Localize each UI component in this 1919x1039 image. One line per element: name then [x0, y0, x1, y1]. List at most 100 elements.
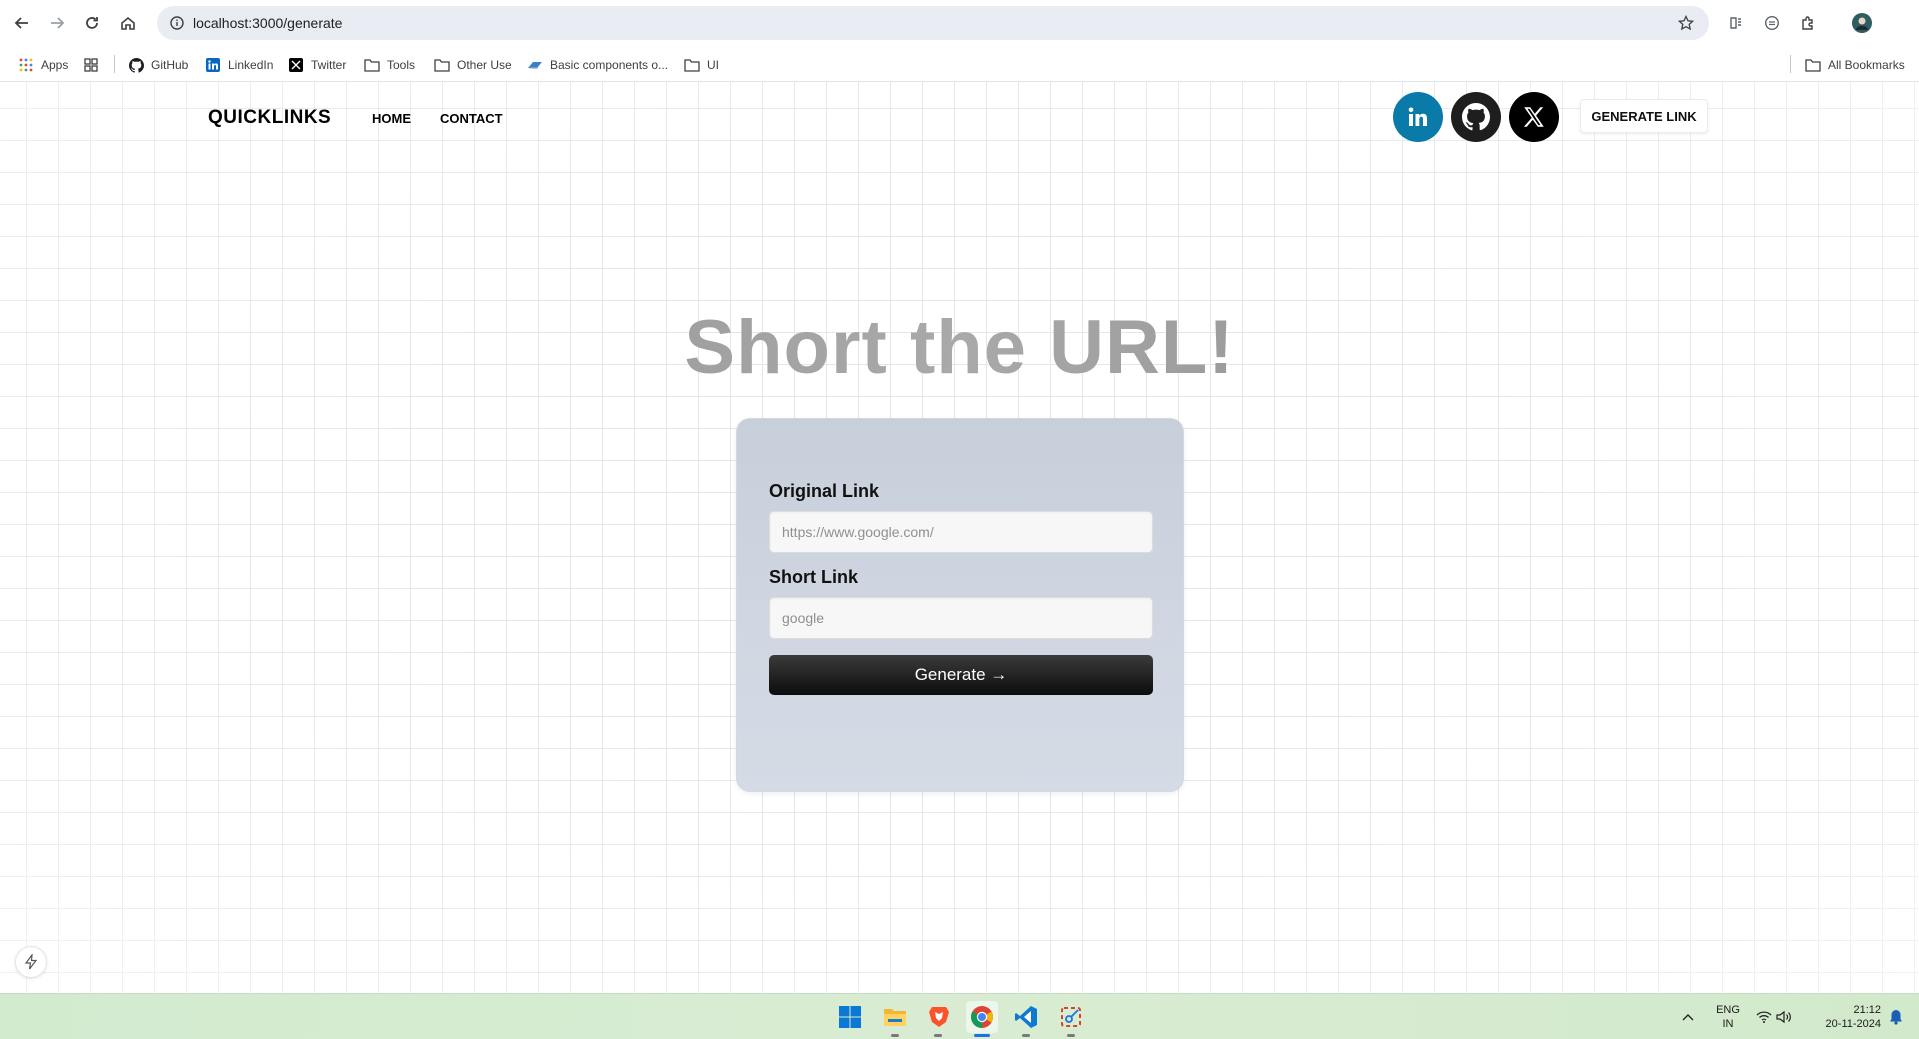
- chrome-taskbar[interactable]: [966, 1001, 998, 1033]
- x-icon: [288, 57, 304, 73]
- home-icon: [121, 16, 135, 30]
- x-icon: [1523, 107, 1544, 127]
- shorten-form-card: Original Link Short Link Generate →: [736, 418, 1184, 792]
- bookmark-star-icon[interactable]: [1675, 12, 1697, 34]
- bookmark-folder-tools[interactable]: Tools: [364, 55, 415, 75]
- nav-home-link[interactable]: HOME: [372, 111, 411, 126]
- notifications-button[interactable]: [1884, 1001, 1908, 1033]
- start-button[interactable]: [834, 1001, 866, 1033]
- bookmark-basic-components[interactable]: Basic components o...: [527, 55, 668, 75]
- all-bookmarks-label: All Bookmarks: [1828, 58, 1905, 72]
- tray-overflow-button[interactable]: [1675, 1001, 1701, 1033]
- profile-avatar[interactable]: [1849, 10, 1875, 36]
- snipping-tool-icon: [1061, 1007, 1081, 1027]
- bookmark-apps[interactable]: Apps: [18, 55, 68, 75]
- folder-icon: [1805, 57, 1821, 73]
- linkedin-social-button[interactable]: [1393, 92, 1443, 142]
- file-explorer-icon: [884, 1009, 906, 1026]
- brave-taskbar[interactable]: [923, 1001, 955, 1033]
- bookmark-tab-groups[interactable]: [83, 55, 106, 75]
- bookmark-label: GitHub: [151, 58, 189, 72]
- github-icon: [1462, 103, 1490, 131]
- apps-grid-icon: [18, 57, 34, 73]
- bookmark-github[interactable]: GitHub: [128, 55, 188, 75]
- region-code: IN: [1722, 1018, 1734, 1030]
- browser-toolbar: localhost:3000/generate: [0, 0, 1919, 46]
- speaker-icon: [1776, 1010, 1791, 1024]
- bookmark-label: UI: [707, 58, 719, 72]
- network-volume-tray[interactable]: [1752, 1001, 1796, 1033]
- back-button[interactable]: [8, 9, 36, 37]
- windows-taskbar: ENG IN 21:12 20-11-2024: [0, 993, 1919, 1039]
- folder-icon: [684, 57, 700, 73]
- tab-groups-icon: [83, 57, 99, 73]
- dev-tools-button[interactable]: [15, 946, 47, 978]
- github-icon: [128, 57, 144, 73]
- bookmarks-divider: [114, 55, 115, 73]
- bookmark-label: Basic components o...: [550, 58, 669, 72]
- bookmark-label: Other Use: [457, 58, 512, 72]
- running-indicator: [1022, 1034, 1030, 1037]
- windows-logo-icon: [839, 1006, 861, 1028]
- file-explorer-taskbar[interactable]: [879, 1001, 911, 1033]
- bookmark-label: Tools: [387, 58, 416, 72]
- extensions-puzzle-icon[interactable]: [1795, 10, 1821, 36]
- bookmarks-divider: [1790, 55, 1791, 73]
- site-info-icon[interactable]: [167, 13, 187, 33]
- language-indicator[interactable]: ENG IN: [1711, 1003, 1745, 1031]
- running-indicator: [1067, 1034, 1075, 1037]
- bookmark-label: Apps: [41, 58, 69, 72]
- bookmark-label: Twitter: [311, 58, 347, 72]
- bookmark-folder-ui[interactable]: UI: [684, 55, 719, 75]
- page-title: Short the URL!: [0, 304, 1919, 391]
- vscode-taskbar[interactable]: [1010, 1001, 1042, 1033]
- all-bookmarks[interactable]: All Bookmarks: [1805, 55, 1905, 75]
- lightning-icon: [24, 954, 38, 970]
- short-link-label: Short Link: [769, 567, 858, 587]
- clock-time: 21:12: [1853, 1004, 1881, 1016]
- address-bar[interactable]: localhost:3000/generate: [157, 6, 1709, 40]
- site-navbar: QUICKLINKS HOME CONTACT GENERATE LINK: [0, 82, 1919, 152]
- original-link-input[interactable]: [769, 511, 1153, 553]
- forward-button[interactable]: [43, 9, 71, 37]
- chrome-icon: [971, 1006, 993, 1028]
- home-button[interactable]: [114, 9, 142, 37]
- brave-icon: [929, 1007, 949, 1027]
- running-indicator: [934, 1034, 942, 1037]
- extension-icon[interactable]: [1759, 10, 1785, 36]
- reading-mode-icon[interactable]: [1723, 10, 1749, 36]
- vscode-icon: [1015, 1006, 1037, 1028]
- wifi-icon: [1756, 1011, 1772, 1023]
- browser-chrome: localhost:3000/generate Apps GitHub Link…: [0, 0, 1919, 82]
- bell-icon: [1890, 1010, 1902, 1025]
- generate-button[interactable]: Generate →: [769, 655, 1153, 695]
- link-icon: [527, 57, 543, 73]
- folder-icon: [434, 57, 450, 73]
- active-indicator: [974, 1034, 990, 1037]
- running-indicator: [891, 1034, 899, 1037]
- original-link-label: Original Link: [769, 481, 880, 501]
- nav-contact-link[interactable]: CONTACT: [440, 111, 503, 126]
- linkedin-icon: [205, 57, 221, 73]
- bookmark-twitter[interactable]: Twitter: [288, 55, 346, 75]
- generate-link-nav-button[interactable]: GENERATE LINK: [1580, 99, 1708, 133]
- bookmarks-bar: Apps GitHub LinkedIn Twitter Tools Other…: [0, 46, 1919, 82]
- clock[interactable]: 21:12 20-11-2024: [1809, 1003, 1881, 1031]
- site-logo[interactable]: QUICKLINKS: [208, 107, 331, 129]
- page-viewport: QUICKLINKS HOME CONTACT GENERATE LINK Sh…: [0, 82, 1919, 993]
- clock-date: 20-11-2024: [1825, 1018, 1881, 1030]
- language-code: ENG: [1716, 1004, 1740, 1016]
- bookmark-folder-other-use[interactable]: Other Use: [434, 55, 512, 75]
- arrow-right-icon: [51, 17, 65, 29]
- url-text[interactable]: localhost:3000/generate: [193, 15, 342, 31]
- snipping-tool-taskbar[interactable]: [1055, 1001, 1087, 1033]
- folder-icon: [364, 57, 380, 73]
- github-social-button[interactable]: [1451, 92, 1501, 142]
- reload-icon: [86, 17, 98, 29]
- bookmark-linkedin[interactable]: LinkedIn: [205, 55, 273, 75]
- chevron-up-icon: [1682, 1014, 1694, 1021]
- reload-button[interactable]: [78, 9, 106, 37]
- arrow-left-icon: [14, 17, 28, 29]
- short-link-input[interactable]: [769, 597, 1153, 639]
- x-social-button[interactable]: [1509, 92, 1559, 142]
